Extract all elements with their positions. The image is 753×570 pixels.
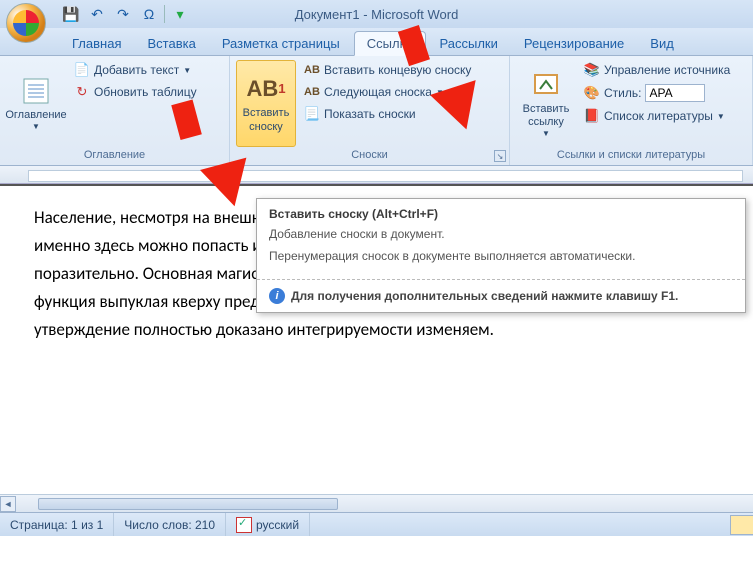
footnotes-dialog-launcher[interactable]: ↘: [494, 150, 506, 162]
quick-access-toolbar: 💾 ↶ ↷ Ω ▾: [60, 3, 191, 25]
scroll-left-button[interactable]: ◄: [0, 496, 16, 512]
manage-sources-button[interactable]: 📚 Управление источника: [580, 60, 734, 80]
group-label-toc: Оглавление: [6, 147, 223, 163]
qat-dropdown-icon[interactable]: ▾: [169, 3, 191, 25]
sources-icon: 📚: [584, 62, 600, 78]
bibliography-label: Список литературы: [604, 109, 713, 123]
status-word-count[interactable]: Число слов: 210: [114, 513, 226, 536]
tab-home[interactable]: Главная: [60, 32, 133, 55]
insert-endnote-button[interactable]: AB Вставить концевую сноску: [300, 60, 475, 80]
tooltip-insert-footnote: Вставить сноску (Alt+Ctrl+F) Добавление …: [256, 198, 746, 313]
insert-citation-button[interactable]: Вставить ссылку ▼: [516, 60, 576, 147]
chevron-down-icon: ▼: [542, 129, 550, 139]
tab-insert[interactable]: Вставка: [135, 32, 207, 55]
endnote-icon: AB: [304, 62, 320, 78]
window-title: Документ1 - Microsoft Word: [295, 7, 459, 22]
redo-icon[interactable]: ↷: [112, 3, 134, 25]
group-citations: Вставить ссылку ▼ 📚 Управление источника…: [510, 56, 753, 165]
office-button[interactable]: [6, 3, 46, 43]
symbol-icon[interactable]: Ω: [138, 3, 160, 25]
insert-endnote-label: Вставить концевую сноску: [324, 63, 471, 77]
citation-style: 🎨 Стиль:: [580, 82, 734, 104]
style-input[interactable]: [645, 84, 705, 102]
tab-review[interactable]: Рецензирование: [512, 32, 636, 55]
language-label: русский: [256, 518, 299, 532]
status-language[interactable]: русский: [226, 513, 310, 536]
style-icon: 🎨: [584, 85, 600, 101]
tooltip-help-text: Для получения дополнительных сведений на…: [291, 289, 678, 303]
add-text-button[interactable]: 📄 Добавить текст ▼: [70, 60, 201, 80]
ribbon: Оглавление ▼ 📄 Добавить текст ▼ ↻ Обнови…: [0, 56, 753, 166]
tooltip-footer: i Для получения дополнительных сведений …: [257, 279, 745, 312]
scroll-thumb[interactable]: [38, 498, 338, 510]
tooltip-line: Добавление сноски в документ.: [269, 227, 733, 241]
bibliography-button[interactable]: 📕 Список литературы ▼: [580, 106, 734, 126]
chevron-down-icon: ▼: [717, 112, 725, 121]
add-text-icon: 📄: [74, 62, 90, 78]
next-footnote-icon: AB: [304, 84, 320, 100]
spellcheck-icon: [236, 517, 252, 533]
insert-footnote-label: Вставить сноску: [239, 107, 293, 133]
bibliography-icon: 📕: [584, 108, 600, 124]
tab-layout[interactable]: Разметка страницы: [210, 32, 352, 55]
footnote-icon: AB1: [250, 73, 282, 105]
save-icon[interactable]: 💾: [60, 3, 82, 25]
view-buttons: [730, 515, 753, 535]
ribbon-tabs: Главная Вставка Разметка страницы Ссылки…: [0, 28, 753, 56]
update-table-button[interactable]: ↻ Обновить таблицу: [70, 82, 201, 102]
show-footnotes-label: Показать сноски: [324, 107, 416, 121]
style-label: Стиль:: [604, 86, 641, 100]
next-footnote-label: Следующая сноска: [324, 85, 432, 99]
info-icon: i: [269, 288, 285, 304]
tooltip-body: Добавление сноски в документ. Перенумера…: [257, 227, 745, 279]
horizontal-scrollbar[interactable]: ◄: [0, 494, 753, 512]
toc-button[interactable]: Оглавление ▼: [6, 60, 66, 147]
horizontal-ruler[interactable]: [0, 166, 753, 184]
toc-icon: [20, 75, 52, 107]
toc-label: Оглавление: [5, 109, 66, 122]
group-label-footnotes: Сноски: [236, 147, 503, 163]
tab-view[interactable]: Вид: [638, 32, 686, 55]
chevron-down-icon: ▼: [183, 66, 191, 75]
insert-citation-label: Вставить ссылку: [518, 103, 574, 129]
tooltip-line: Перенумерация сносок в документе выполня…: [269, 249, 733, 263]
title-bar: 💾 ↶ ↷ Ω ▾ Документ1 - Microsoft Word: [0, 0, 753, 28]
show-notes-icon: 📃: [304, 106, 320, 122]
refresh-icon: ↻: [74, 84, 90, 100]
insert-footnote-button[interactable]: AB1 Вставить сноску: [236, 60, 296, 147]
add-text-label: Добавить текст: [94, 63, 179, 77]
status-page[interactable]: Страница: 1 из 1: [0, 513, 114, 536]
chevron-down-icon: ▼: [32, 122, 40, 132]
tooltip-title: Вставить сноску (Alt+Ctrl+F): [257, 199, 745, 227]
undo-icon[interactable]: ↶: [86, 3, 108, 25]
manage-sources-label: Управление источника: [604, 63, 730, 77]
citation-icon: [530, 69, 562, 101]
group-label-citations: Ссылки и списки литературы: [516, 147, 746, 163]
view-print-layout[interactable]: [730, 515, 753, 535]
status-bar: Страница: 1 из 1 Число слов: 210 русский: [0, 512, 753, 536]
tab-mailings[interactable]: Рассылки: [428, 32, 510, 55]
update-table-label: Обновить таблицу: [94, 85, 197, 99]
separator: [164, 5, 165, 23]
